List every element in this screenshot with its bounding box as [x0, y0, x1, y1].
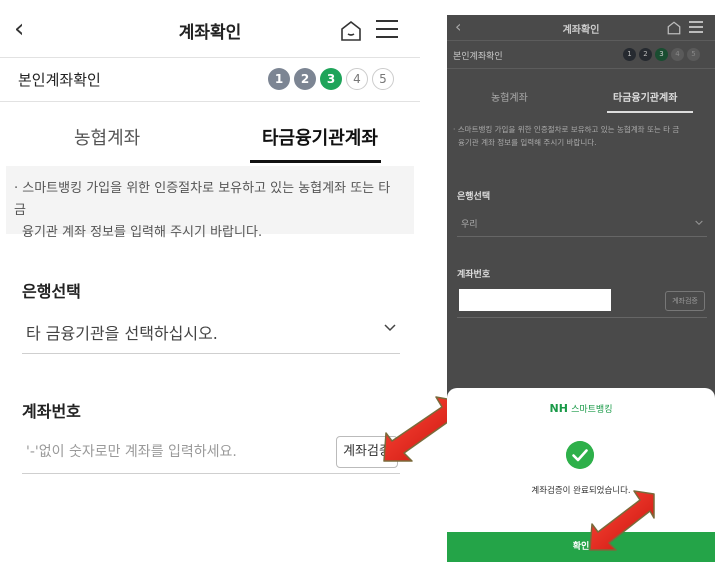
account-number-label: 계좌번호: [457, 270, 491, 280]
notice-box: · 스마트뱅킹 가입을 위한 인증절차로 보유하고 있는 농협계좌 또는 타 금…: [453, 123, 709, 149]
bank-select-label: 은행선택: [22, 282, 81, 301]
account-number-input[interactable]: [22, 438, 322, 466]
step-5: 5: [687, 48, 700, 61]
confirm-button[interactable]: 확인: [447, 532, 715, 562]
notice-line-2: 융기관 계좌 정보를 입력해 주시기 바랍니다.: [22, 225, 263, 240]
nh-smartbanking-logo: NH 스마트뱅킹: [447, 402, 715, 415]
chevron-down-icon: [695, 220, 703, 226]
bank-select-label: 은행선택: [457, 192, 491, 202]
logo-nh-text: NH: [549, 402, 568, 415]
step-indicator: 본인계좌확인 1 2 3 4 5: [0, 58, 420, 102]
account-number-input[interactable]: [459, 289, 611, 311]
account-number-row: 계좌검증: [22, 432, 400, 474]
bank-select[interactable]: 우리: [457, 211, 707, 237]
logo-sub-text: 스마트뱅킹: [571, 405, 613, 415]
menu-icon[interactable]: [376, 20, 398, 40]
step-label: 본인계좌확인: [453, 52, 503, 62]
step-5: 5: [372, 68, 394, 90]
step-2: 2: [639, 48, 652, 61]
left-screen: ‹ 계좌확인 본인계좌확인 1 2 3 4 5 농협계좌 타금융기관계좌 · 스…: [0, 0, 420, 569]
step-4: 4: [346, 68, 368, 90]
step-1: 1: [623, 48, 636, 61]
verify-account-button[interactable]: 계좌검증: [665, 291, 705, 311]
account-type-tabs: 농협계좌 타금융기관계좌: [0, 102, 420, 164]
step-list: 1 2 3 4 5: [264, 68, 394, 90]
bank-select[interactable]: 타 금융기관을 선택하십시오.: [22, 310, 400, 354]
header: ‹ 계좌확인: [447, 15, 715, 41]
bank-select-value: 우리: [461, 220, 478, 230]
divider: [457, 317, 707, 318]
step-indicator: 본인계좌확인 1 2 3 4 5: [447, 41, 715, 69]
bank-select-placeholder: 타 금융기관을 선택하십시오.: [26, 324, 218, 343]
notice-line-1: · 스마트뱅킹 가입을 위한 인증절차로 보유하고 있는 농협계좌 또는 타 금: [14, 181, 391, 218]
tab-nh-account[interactable]: 농협계좌: [74, 124, 140, 150]
step-list: 1 2 3 4 5: [620, 48, 700, 61]
chevron-down-icon: [384, 324, 396, 332]
home-icon[interactable]: [667, 21, 681, 35]
notice-line-2: 융기관 계좌 정보를 입력해 주시기 바랍니다.: [458, 138, 597, 147]
step-label: 본인계좌확인: [18, 71, 101, 89]
notice-line-1: · 스마트뱅킹 가입을 위한 인증절차로 보유하고 있는 농협계좌 또는 타 금: [453, 125, 680, 134]
header: ‹ 계좌확인: [0, 0, 420, 58]
confirm-dialog: NH 스마트뱅킹 계좌검증이 완료되었습니다. 확인: [447, 388, 715, 562]
dialog-message: 계좌검증이 완료되었습니다.: [531, 486, 631, 496]
check-circle-icon: [566, 441, 594, 469]
step-4: 4: [671, 48, 684, 61]
step-1: 1: [268, 68, 290, 90]
tab-nh-account[interactable]: 농협계좌: [491, 89, 528, 104]
red-arrow-icon: [589, 490, 655, 551]
tab-other-bank-account[interactable]: 타금융기관계좌: [262, 124, 378, 150]
menu-icon[interactable]: [689, 21, 703, 33]
active-tab-indicator: [250, 160, 381, 163]
step-3: 3: [320, 68, 342, 90]
right-screen: ‹ 계좌확인 본인계좌확인 1 2 3 4 5 농협계좌 타금융기관계좌 · 스…: [447, 15, 715, 562]
step-2: 2: [294, 68, 316, 90]
home-icon[interactable]: [340, 20, 362, 42]
tab-other-bank-account[interactable]: 타금융기관계좌: [613, 89, 677, 104]
step-3: 3: [655, 48, 668, 61]
active-tab-indicator: [607, 111, 693, 113]
account-number-label: 계좌번호: [22, 402, 81, 421]
notice-box: · 스마트뱅킹 가입을 위한 인증절차로 보유하고 있는 농협계좌 또는 타 금…: [6, 166, 414, 240]
